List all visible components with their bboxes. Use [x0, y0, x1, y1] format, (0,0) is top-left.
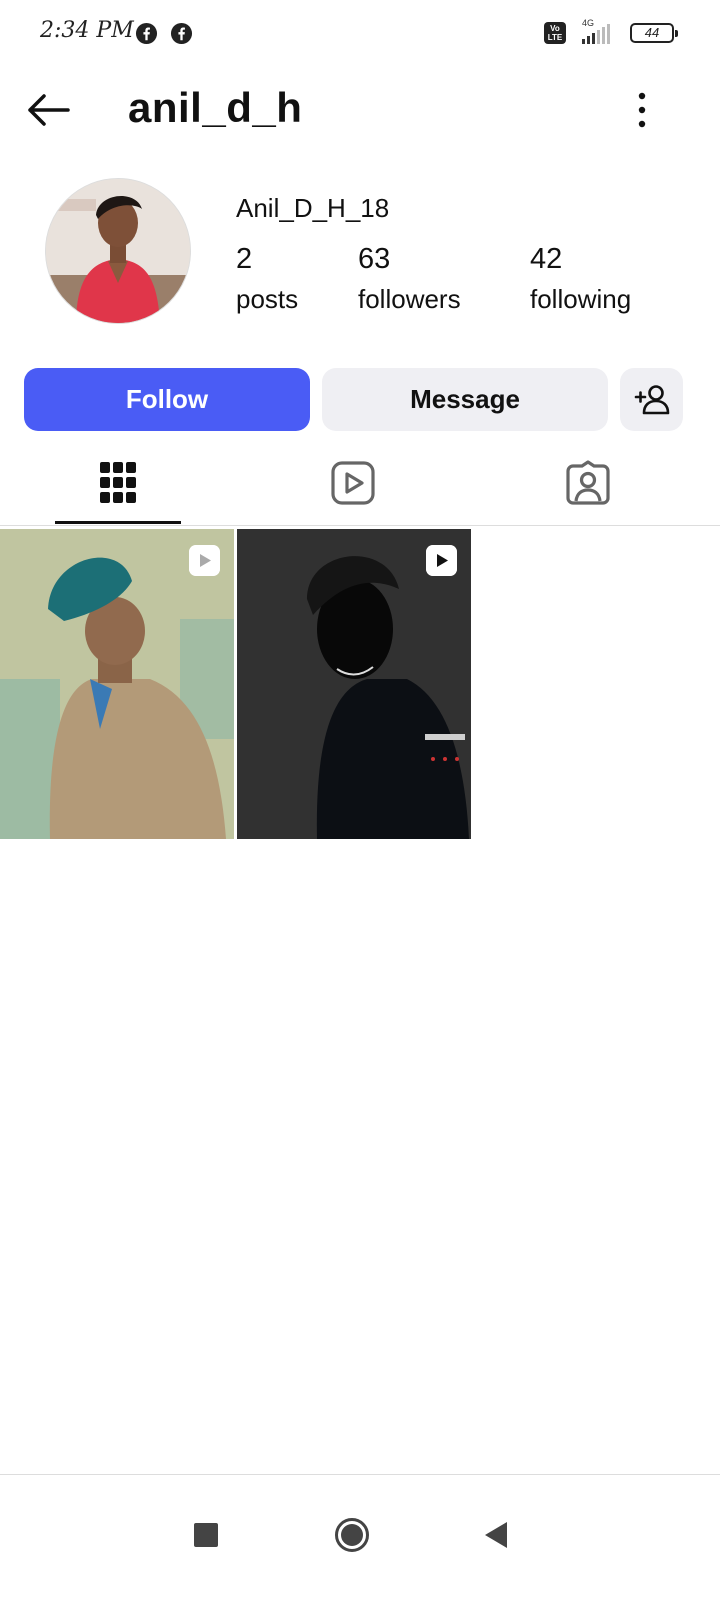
stat-followers-label: followers [358, 284, 461, 314]
grid-icon [100, 462, 136, 503]
add-person-icon [634, 384, 669, 414]
recents-button[interactable] [176, 1505, 236, 1565]
avatar[interactable] [45, 178, 191, 324]
stat-following-value: 42 [530, 243, 563, 275]
battery-level: 44 [644, 25, 660, 40]
home-circle-icon [335, 1518, 369, 1552]
more-vertical-icon[interactable] [630, 88, 654, 132]
stat-posts-value: 2 [236, 243, 253, 275]
stat-posts-label: posts [236, 284, 299, 314]
reels-icon [331, 461, 375, 505]
status-bar: 2:34 PM Vo LTE 4G 44 [0, 0, 720, 66]
battery-icon: 44 [630, 23, 678, 43]
active-tab-indicator [55, 521, 181, 524]
stat-posts[interactable]: 2 posts [236, 243, 298, 315]
stat-following-label: following [530, 284, 632, 314]
stat-followers[interactable]: 63 followers [358, 243, 461, 315]
volte-icon: Vo LTE [544, 22, 566, 44]
signal-icon: 4G [578, 18, 618, 44]
post-tile[interactable] [237, 529, 471, 839]
reel-badge-icon [426, 545, 457, 576]
message-button[interactable]: Message [322, 368, 608, 431]
stat-followers-value: 63 [358, 243, 391, 275]
tagged-icon [566, 460, 610, 505]
back-arrow-icon[interactable] [24, 88, 72, 132]
post-tile[interactable] [0, 529, 234, 839]
avatar-image [46, 179, 190, 323]
display-name: Anil_D_H_18 [236, 193, 390, 223]
reel-badge-icon [189, 545, 220, 576]
suggested-users-button[interactable] [620, 368, 683, 431]
tab-reels[interactable] [290, 440, 416, 526]
back-triangle-icon [485, 1522, 507, 1548]
status-time: 2:34 PM [40, 18, 134, 43]
page-title: anil_d_h [128, 84, 303, 131]
stat-following[interactable]: 42 following [530, 243, 631, 315]
tab-tagged[interactable] [525, 440, 651, 526]
tab-grid[interactable] [55, 440, 181, 526]
system-back-button[interactable] [466, 1505, 526, 1565]
facebook-icon [135, 22, 158, 45]
follow-button[interactable]: Follow [24, 368, 310, 431]
system-nav-bar [0, 1474, 720, 1600]
profile-header: anil_d_h [0, 74, 720, 146]
recents-square-icon [194, 1523, 218, 1547]
status-indicators: Vo LTE 4G 44 [544, 18, 678, 44]
home-button[interactable] [322, 1505, 382, 1565]
facebook-icon [170, 22, 193, 45]
network-type: 4G [582, 18, 595, 28]
profile-tabs [0, 440, 720, 526]
